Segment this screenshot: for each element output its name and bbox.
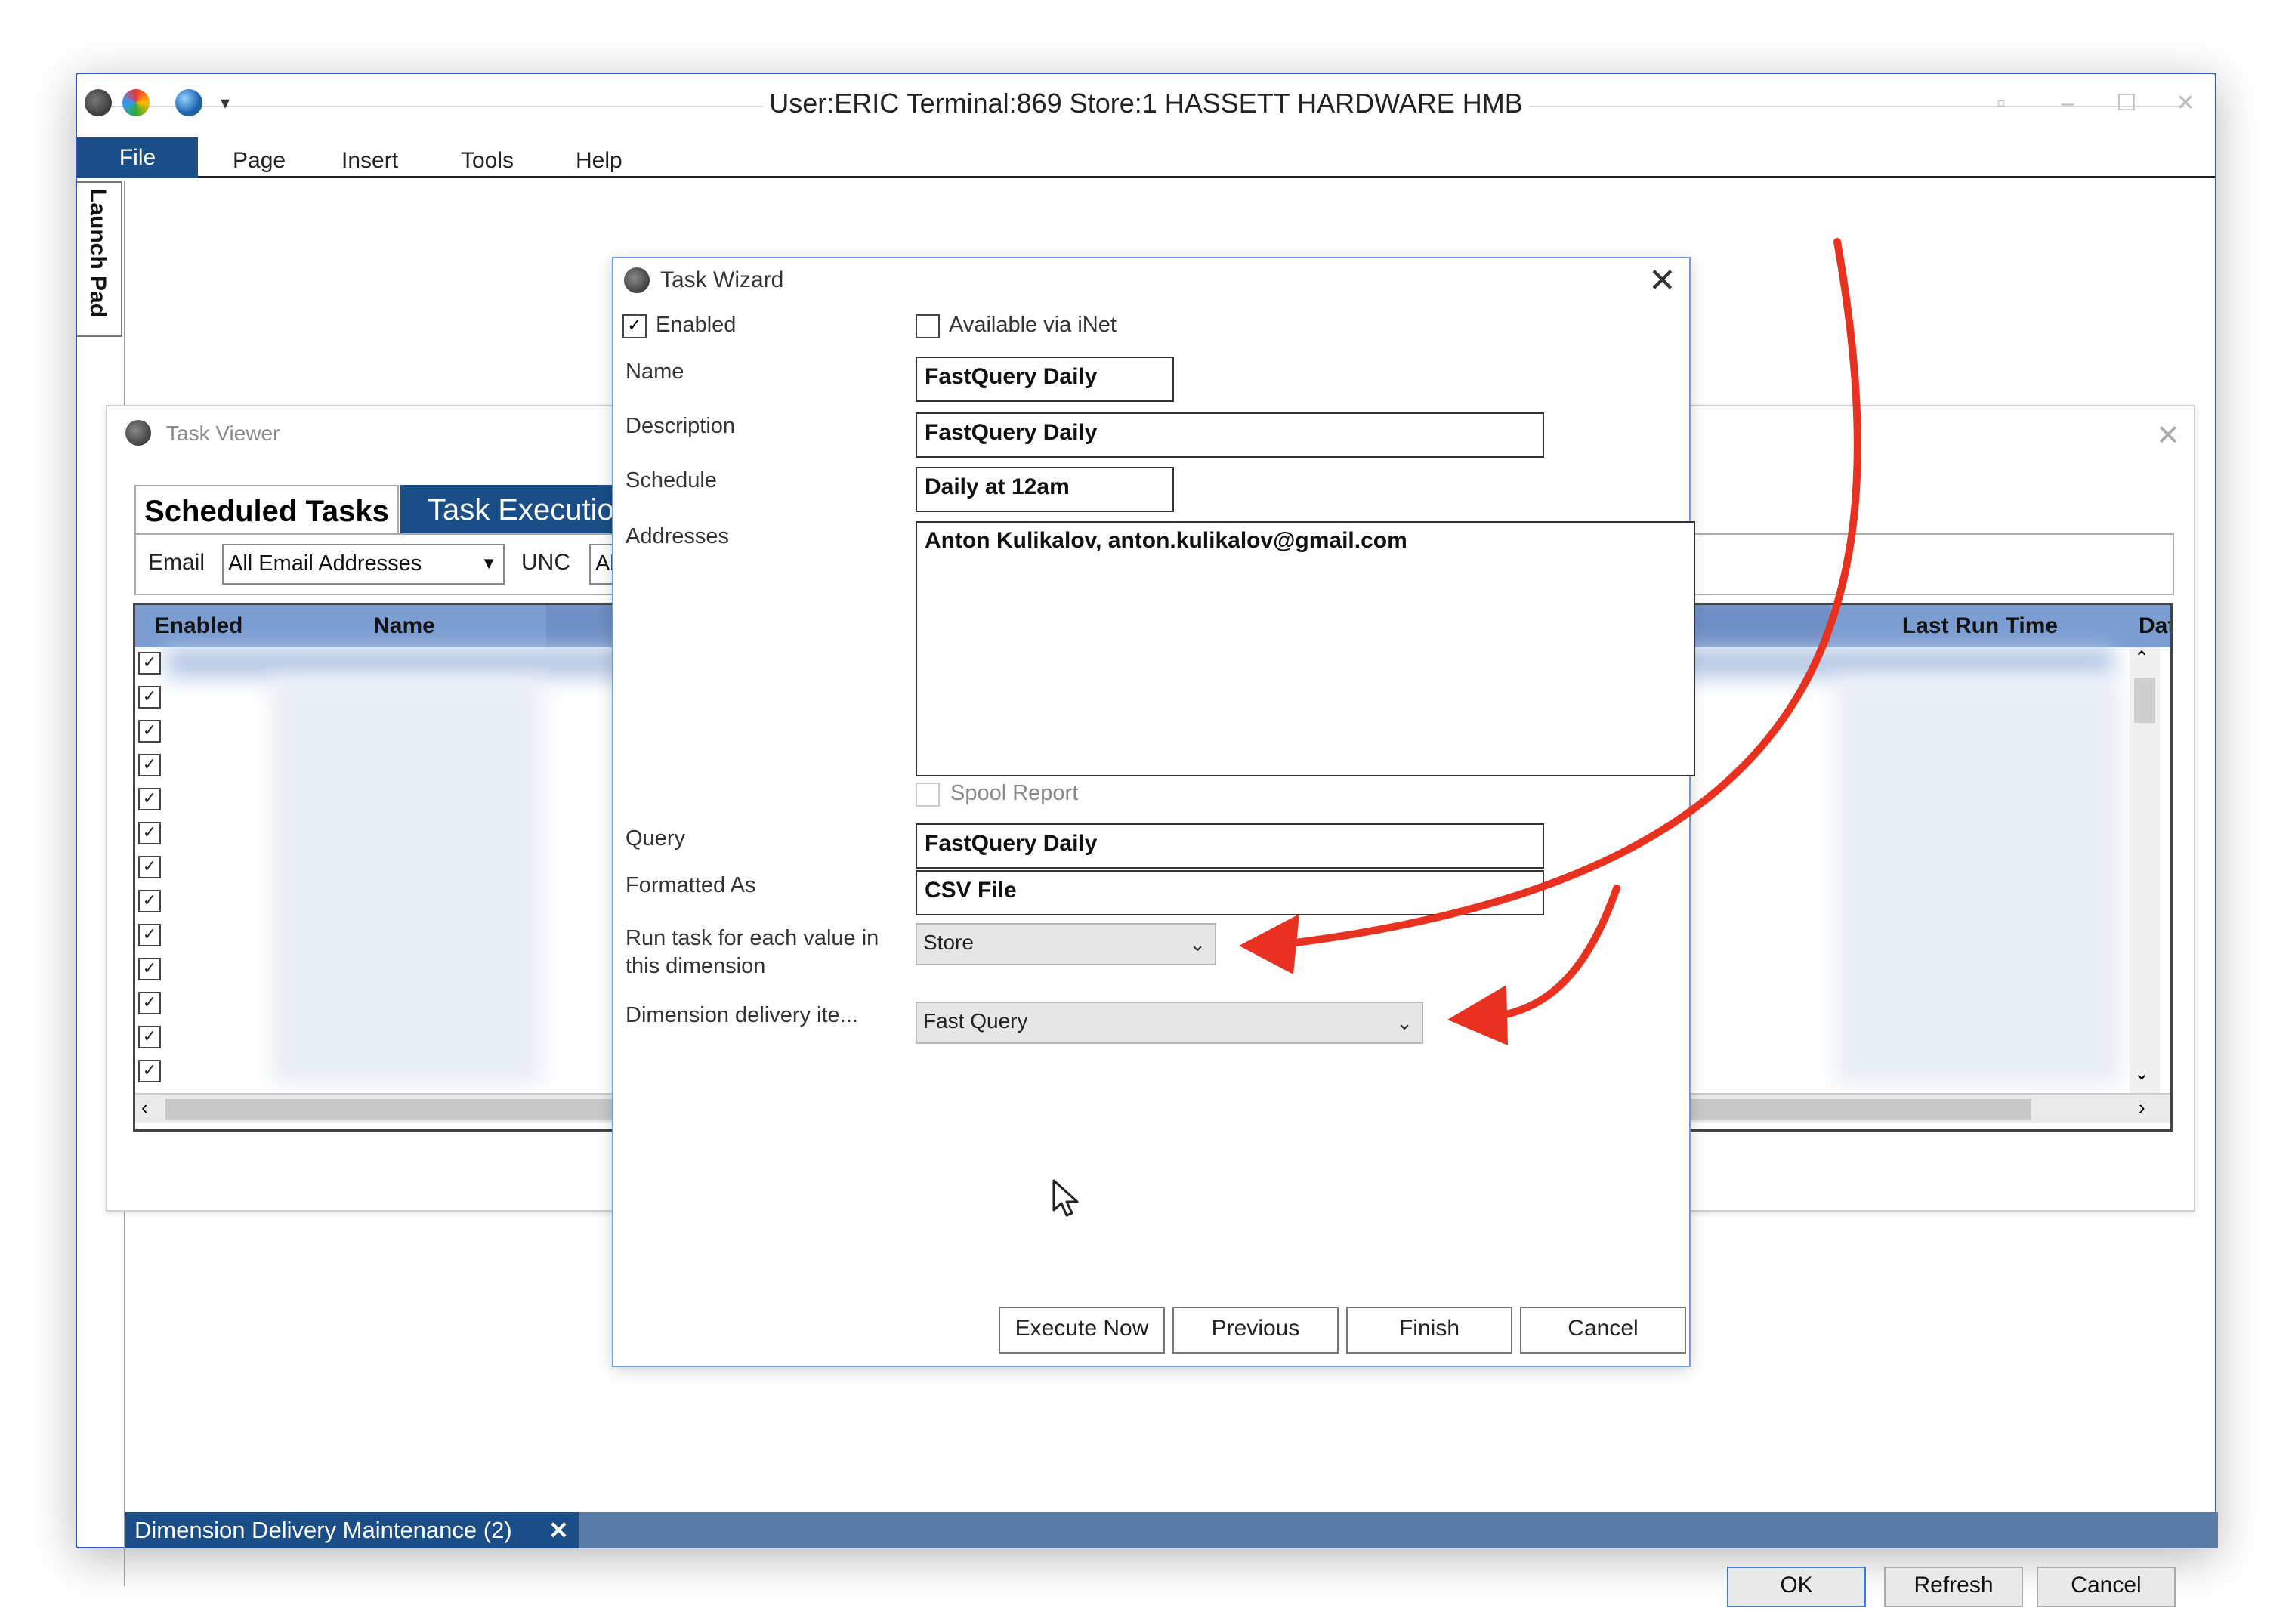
close-icon[interactable]: ✕	[548, 1512, 569, 1548]
schedule-field[interactable]: Daily at 12am	[916, 467, 1174, 512]
row-enabled-checkbox[interactable]: ✓	[138, 992, 161, 1014]
task-wizard-dialog: Task Wizard ✕ ✓ Enabled Available via iN…	[612, 257, 1695, 1367]
spool-report-checkbox[interactable]	[916, 783, 940, 807]
task-wizard-title: Task Wizard	[660, 267, 784, 292]
close-icon[interactable]: ✕	[1648, 261, 1676, 300]
scroll-down-icon[interactable]: ⌄	[2134, 1063, 2149, 1085]
scroll-up-icon[interactable]: ⌃	[2134, 647, 2149, 669]
title-bar: ▾ User:ERIC Terminal:869 Store:1 HASSETT…	[77, 74, 2215, 130]
inet-label: Available via iNet	[949, 313, 1117, 337]
task-viewer-title: Task Viewer	[166, 421, 280, 445]
app-orb-icon	[125, 420, 151, 446]
menu-file[interactable]: File	[77, 137, 198, 178]
vertical-scroll-thumb[interactable]	[2134, 678, 2155, 723]
launch-pad-label: Launch Pad	[85, 189, 110, 318]
chevron-down-icon: ⌄	[1189, 933, 1206, 956]
description-label: Description	[626, 414, 736, 438]
schedule-label: Schedule	[626, 468, 717, 492]
row-enabled-checkbox[interactable]: ✓	[138, 754, 161, 776]
menu-bar: File Page Insert Tools Help	[77, 137, 2215, 178]
restore-icon[interactable]: ▫	[1988, 91, 2014, 116]
addresses-label: Addresses	[626, 524, 730, 548]
dimension-delivery-select[interactable]: Fast Query ⌄	[916, 1002, 1423, 1044]
row-enabled-checkbox[interactable]: ✓	[138, 924, 161, 946]
row-enabled-checkbox[interactable]: ✓	[138, 1060, 161, 1082]
menu-tools[interactable]: Tools	[461, 137, 514, 178]
query-label: Query	[626, 826, 685, 851]
cancel-button[interactable]: Cancel	[1520, 1307, 1686, 1354]
column-header-date[interactable]: Date	[2130, 605, 2170, 647]
ok-button[interactable]: OK	[1727, 1567, 1866, 1607]
row-enabled-checkbox[interactable]: ✓	[138, 788, 161, 810]
email-filter-select[interactable]: All Email Addresses ▼	[222, 544, 505, 585]
run-each-label: Run task for each value in this dimensio…	[626, 926, 879, 979]
enabled-checkbox[interactable]: ✓	[622, 314, 647, 338]
row-enabled-checkbox[interactable]: ✓	[138, 856, 161, 878]
row-enabled-checkbox[interactable]: ✓	[138, 720, 161, 743]
email-filter-value: All Email Addresses	[228, 551, 422, 576]
scroll-left-icon[interactable]: ‹	[141, 1096, 148, 1119]
vertical-scrollbar[interactable]: ⌃ ⌄	[2130, 647, 2160, 1093]
document-tab-bar: Dimension Delivery Maintenance (2) ✕	[125, 1512, 2218, 1548]
name-field[interactable]: FastQuery Daily	[916, 357, 1174, 402]
run-each-dimension-value: Store	[923, 931, 974, 954]
row-enabled-checkbox[interactable]: ✓	[138, 686, 161, 709]
chevron-down-icon: ▼	[480, 554, 497, 573]
launch-pad-tab[interactable]: Launch Pad	[77, 181, 122, 337]
scroll-right-icon[interactable]: ›	[2139, 1096, 2145, 1119]
enabled-label: Enabled	[656, 313, 737, 337]
execute-now-button[interactable]: Execute Now	[999, 1307, 1165, 1354]
run-each-label-line1: Run task for each value in	[626, 926, 879, 950]
email-filter-label: Email	[148, 550, 205, 575]
column-header-name[interactable]: Name	[262, 605, 548, 647]
menu-page[interactable]: Page	[233, 137, 286, 178]
app-orb-icon	[624, 267, 650, 293]
doc-tab-dimension-delivery[interactable]: Dimension Delivery Maintenance (2) ✕	[125, 1512, 579, 1548]
cancel-button[interactable]: Cancel	[2037, 1567, 2176, 1607]
minimize-icon[interactable]: –	[2055, 91, 2080, 116]
previous-button[interactable]: Previous	[1172, 1307, 1339, 1354]
formatted-as-field[interactable]: CSV File	[916, 870, 1544, 915]
tab-scheduled-tasks[interactable]: Scheduled Tasks	[134, 485, 399, 535]
finish-button[interactable]: Finish	[1346, 1307, 1512, 1354]
description-field[interactable]: FastQuery Daily	[916, 412, 1544, 458]
row-enabled-checkbox[interactable]: ✓	[138, 890, 161, 912]
window-title: User:ERIC Terminal:869 Store:1 HASSETT H…	[77, 88, 2215, 119]
inet-checkbox[interactable]	[916, 314, 940, 338]
column-header-last-run-time[interactable]: Last Run Time	[1830, 605, 2132, 647]
menu-help[interactable]: Help	[576, 137, 622, 178]
row-enabled-checkbox[interactable]: ✓	[138, 1026, 161, 1048]
menu-insert[interactable]: Insert	[341, 137, 398, 178]
dimension-delivery-value: Fast Query	[923, 1009, 1028, 1033]
unc-filter-label: UNC	[521, 550, 570, 575]
dimension-delivery-label: Dimension delivery ite...	[626, 1003, 858, 1027]
run-each-dimension-select[interactable]: Store ⌄	[916, 923, 1216, 965]
chevron-down-icon: ⌄	[1396, 1011, 1413, 1034]
close-icon[interactable]: ✕	[2156, 418, 2180, 452]
mouse-cursor-icon	[1052, 1179, 1079, 1217]
name-label: Name	[626, 360, 684, 384]
doc-tab-label: Dimension Delivery Maintenance (2)	[134, 1517, 512, 1543]
query-field[interactable]: FastQuery Daily	[916, 823, 1544, 869]
column-header-enabled[interactable]: Enabled	[135, 605, 264, 647]
run-each-label-line2: this dimension	[626, 954, 766, 978]
row-enabled-checkbox[interactable]: ✓	[138, 958, 161, 980]
refresh-button[interactable]: Refresh	[1884, 1567, 2023, 1607]
spool-report-label: Spool Report	[950, 781, 1079, 805]
row-enabled-checkbox[interactable]: ✓	[138, 652, 161, 675]
maximize-icon[interactable]: ☐	[2114, 91, 2139, 116]
addresses-textarea[interactable]: Anton Kulikalov, anton.kulikalov@gmail.c…	[916, 521, 1695, 776]
formatted-as-label: Formatted As	[626, 873, 756, 897]
close-window-icon[interactable]: ✕	[2173, 91, 2198, 116]
row-enabled-checkbox[interactable]: ✓	[138, 822, 161, 844]
